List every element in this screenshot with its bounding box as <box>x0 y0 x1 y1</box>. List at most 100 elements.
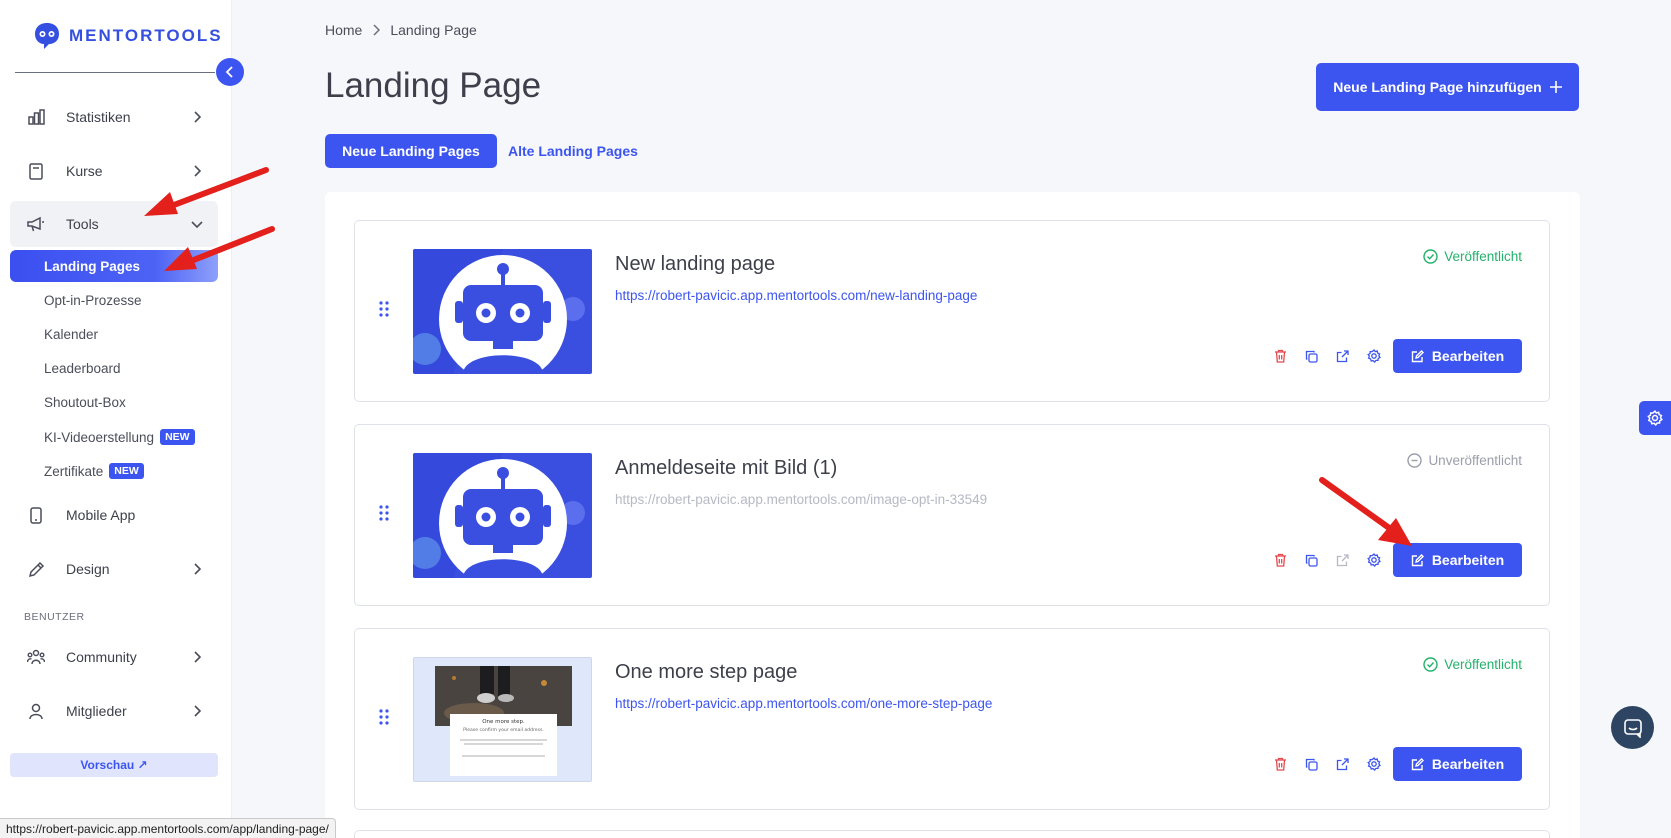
chat-support-button[interactable] <box>1611 706 1654 749</box>
sidebar-subitem-label: Kalender <box>44 326 99 342</box>
sidebar-item-tools[interactable]: Tools <box>10 201 218 247</box>
book-icon <box>24 162 48 180</box>
sidebar-subitem-ki-video[interactable]: KI-Videoerstellung NEW <box>10 421 218 453</box>
users-icon <box>24 649 48 665</box>
sidebar-subitem-leaderboard[interactable]: Leaderboard <box>10 352 218 384</box>
floating-settings-button[interactable] <box>1639 401 1671 435</box>
settings-button[interactable] <box>1358 339 1389 373</box>
open-external-button[interactable] <box>1327 747 1358 781</box>
sidebar-subitem-label: KI-Videoerstellung <box>44 429 155 445</box>
status-badge: Veröffentlicht <box>1423 249 1522 264</box>
sidebar-item-label: Community <box>66 649 137 665</box>
open-external-button[interactable] <box>1327 543 1358 577</box>
edit-button-label: Bearbeiten <box>1431 348 1505 364</box>
duplicate-button[interactable] <box>1296 339 1327 373</box>
card-url-link[interactable]: https://robert-pavicic.app.mentortools.c… <box>615 288 977 303</box>
chevron-right-icon <box>190 111 204 123</box>
megaphone-icon <box>24 216 48 232</box>
drag-handle-icon[interactable] <box>379 301 389 317</box>
gear-icon <box>1366 757 1381 771</box>
brand-logo[interactable]: MENTORTOOLS <box>33 21 223 51</box>
sidebar-item-label: Mobile App <box>66 507 136 523</box>
sidebar-subitem-kalender[interactable]: Kalender <box>10 318 218 350</box>
edit-button[interactable]: Bearbeiten <box>1393 339 1522 373</box>
delete-button[interactable] <box>1265 747 1296 781</box>
breadcrumb-home[interactable]: Home <box>325 22 362 38</box>
sidebar-item-statistiken[interactable]: Statistiken <box>10 94 218 140</box>
card-actions: Bearbeiten <box>1265 747 1522 781</box>
sidebar-subitem-shoutout[interactable]: Shoutout-Box <box>10 386 218 418</box>
edit-button-label: Bearbeiten <box>1431 552 1505 568</box>
page-title: Landing Page <box>325 66 542 105</box>
sidebar-item-design[interactable]: Design <box>10 546 218 592</box>
tab-neue-landing-pages[interactable]: Neue Landing Pages <box>325 134 497 168</box>
collapse-sidebar-button[interactable] <box>216 58 244 86</box>
duplicate-button[interactable] <box>1296 747 1327 781</box>
gear-icon <box>1647 410 1663 426</box>
card-actions: Bearbeiten <box>1265 339 1522 373</box>
delete-button[interactable] <box>1265 339 1296 373</box>
sidebar-subitem-landing-pages[interactable]: Landing Pages <box>10 250 218 282</box>
breadcrumb: Home Landing Page <box>325 22 477 38</box>
settings-button[interactable] <box>1358 747 1389 781</box>
external-link-icon <box>1336 349 1349 362</box>
chevron-right-icon <box>190 563 204 575</box>
edit-button[interactable]: Bearbeiten <box>1393 543 1522 577</box>
sidebar-item-mitglieder[interactable]: Mitglieder <box>10 688 218 734</box>
phone-icon <box>24 506 48 524</box>
chevron-right-icon <box>373 24 381 36</box>
robot-thumbnail-icon <box>413 453 592 578</box>
landing-page-card: New landing page https://robert-pavicic.… <box>354 220 1550 402</box>
minus-circle-icon <box>1407 453 1423 468</box>
trash-icon <box>1275 757 1286 771</box>
external-link-icon <box>1336 553 1349 566</box>
card-title: One more step page <box>615 661 798 683</box>
copy-icon <box>1305 554 1318 567</box>
check-circle-icon <box>1423 657 1438 672</box>
delete-button[interactable] <box>1265 543 1296 577</box>
duplicate-button[interactable] <box>1296 543 1327 577</box>
card-title: New landing page <box>615 253 776 275</box>
preview-button[interactable]: Vorschau ↗ <box>10 753 218 777</box>
sidebar: MENTORTOOLS Statistiken Kurse Tools Land… <box>0 0 232 838</box>
sidebar-item-mobile-app[interactable]: Mobile App <box>10 492 218 538</box>
sidebar-item-kurse[interactable]: Kurse <box>10 148 218 194</box>
brand-name: MENTORTOOLS <box>69 26 223 45</box>
section-label-benutzer: BENUTZER <box>24 611 85 623</box>
gear-icon <box>1366 349 1381 363</box>
chevron-down-icon <box>190 220 204 228</box>
drag-handle-icon[interactable] <box>379 505 389 521</box>
open-external-button[interactable] <box>1327 339 1358 373</box>
edit-icon <box>1411 553 1424 566</box>
tab-alte-landing-pages[interactable]: Alte Landing Pages <box>508 143 638 159</box>
landing-page-card: One more step. Please confirm your email… <box>354 628 1550 810</box>
sidebar-subitem-opt-in[interactable]: Opt-in-Prozesse <box>10 284 218 316</box>
sidebar-item-label: Design <box>66 561 110 577</box>
edit-button[interactable]: Bearbeiten <box>1393 747 1522 781</box>
sidebar-item-community[interactable]: Community <box>10 634 218 680</box>
status-badge: Veröffentlicht <box>1423 657 1522 672</box>
sidebar-item-label: Tools <box>66 216 99 232</box>
check-circle-icon <box>1423 249 1438 264</box>
browser-status-url: https://robert-pavicic.app.mentortools.c… <box>0 818 336 838</box>
external-link-icon <box>1336 757 1349 770</box>
drag-handle-icon[interactable] <box>379 709 389 725</box>
chevron-right-icon <box>190 705 204 717</box>
pencil-icon <box>24 561 48 578</box>
add-landing-page-button[interactable]: Neue Landing Page hinzufügen <box>1316 63 1579 111</box>
copy-icon <box>1305 350 1318 363</box>
card-url-link[interactable]: https://robert-pavicic.app.mentortools.c… <box>615 492 987 507</box>
bar-chart-icon <box>24 109 48 125</box>
sidebar-subitem-label: Landing Pages <box>44 258 141 274</box>
thumbnail-subheading: Please confirm your email address. <box>463 727 544 733</box>
sidebar-subitem-label: Zertifikate <box>44 463 104 479</box>
settings-button[interactable] <box>1358 543 1389 577</box>
sidebar-subitem-zertifikate[interactable]: Zertifikate NEW <box>10 455 218 487</box>
sidebar-item-label: Statistiken <box>66 109 131 125</box>
sidebar-subitem-label: Leaderboard <box>44 360 121 376</box>
card-url-link[interactable]: https://robert-pavicic.app.mentortools.c… <box>615 696 992 711</box>
card-title: Anmeldeseite mit Bild (1) <box>615 457 838 479</box>
chevron-right-icon <box>190 651 204 663</box>
new-badge: NEW <box>160 429 195 445</box>
landing-page-card: Anmeldeseite mit Bild (1) https://robert… <box>354 424 1550 606</box>
